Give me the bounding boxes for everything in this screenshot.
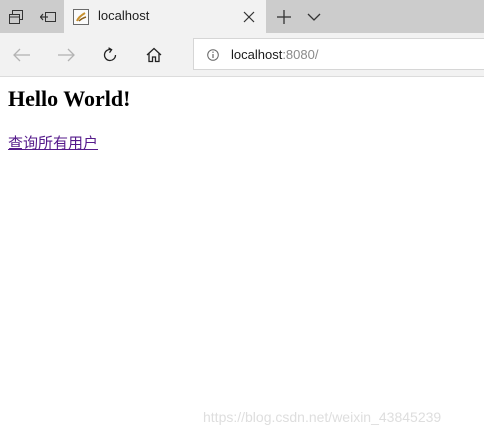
query-all-users-link[interactable]: 查询所有用户 <box>8 134 98 152</box>
site-favicon-icon <box>73 9 89 25</box>
tab-localhost[interactable]: localhost <box>64 0 266 33</box>
close-icon[interactable] <box>240 8 258 26</box>
tab-bar: localhost <box>0 0 484 33</box>
tab-sets-icon[interactable] <box>0 0 32 33</box>
page-heading: Hello World! <box>8 86 131 111</box>
refresh-icon[interactable] <box>92 37 128 73</box>
info-icon[interactable] <box>207 49 219 61</box>
tab-title: localhost <box>98 8 150 23</box>
watermark: https://blog.csdn.net/weixin_43845239 <box>203 409 442 425</box>
url-text[interactable]: localhost:8080/ <box>231 47 318 62</box>
home-icon[interactable] <box>136 37 172 73</box>
back-arrow-icon[interactable] <box>4 37 40 73</box>
address-bar[interactable]: localhost:8080/ <box>193 38 484 70</box>
page-content: Hello World! 查询所有用户 https://blog.csdn.ne… <box>0 77 484 438</box>
forward-arrow-icon[interactable] <box>48 37 84 73</box>
url-host: localhost <box>231 47 283 62</box>
navigation-bar: localhost:8080/ <box>0 33 484 77</box>
url-path: :8080/ <box>282 47 319 62</box>
plus-icon[interactable] <box>270 0 298 33</box>
set-aside-icon[interactable] <box>32 0 64 33</box>
chevron-down-icon[interactable] <box>300 0 328 33</box>
